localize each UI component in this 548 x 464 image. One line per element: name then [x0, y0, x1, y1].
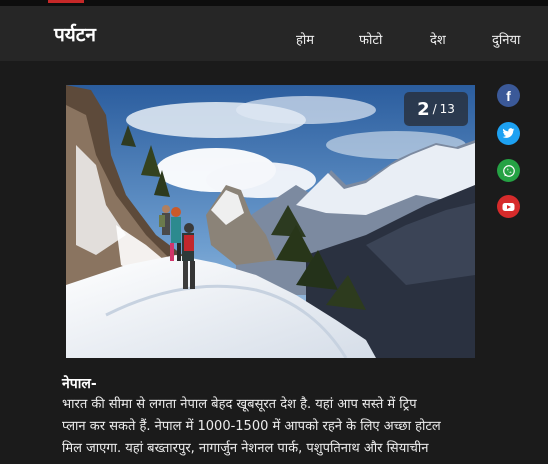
slide-current: 2 [417, 98, 430, 120]
caption-line: प्लान कर सकते हैं. नेपाल में 1000-1500 म… [62, 419, 441, 434]
facebook-share-button[interactable]: f [497, 84, 520, 107]
whatsapp-icon [502, 164, 515, 177]
caption-line: मिल जाएगा. यहां बख्तारपुर, नागार्जुन नेश… [62, 441, 429, 456]
nav-item-photo[interactable]: फोटो [359, 30, 382, 48]
site-header: पर्यटन होम फोटो देश दुनिया [0, 6, 548, 61]
caption-body: भारत की सीमा से लगता नेपाल बेहद खूबसूरत … [62, 394, 482, 460]
slide-counter: 2 / 13 [404, 92, 468, 126]
article-content: 2 / 13 f नेपाल- भारत की सीमा से लगता नेप… [0, 61, 548, 464]
youtube-share-button[interactable] [497, 195, 520, 218]
whatsapp-share-button[interactable] [497, 159, 520, 182]
slide-separator: / [432, 102, 437, 116]
caption-line: भारत की सीमा से लगता नेपाल बेहद खूबसूरत … [62, 397, 417, 412]
slide-total: 13 [439, 102, 455, 116]
caption-title: नेपाल- [62, 376, 97, 392]
facebook-icon: f [506, 87, 511, 104]
twitter-share-button[interactable] [497, 122, 520, 145]
top-accent-bar [48, 0, 84, 3]
site-brand-title[interactable]: पर्यटन [54, 21, 96, 47]
nav-item-world[interactable]: दुनिया [492, 30, 520, 48]
twitter-icon [502, 128, 515, 138]
nav-item-country[interactable]: देश [430, 30, 446, 48]
nav-item-home[interactable]: होम [296, 30, 314, 48]
youtube-icon [502, 202, 515, 211]
